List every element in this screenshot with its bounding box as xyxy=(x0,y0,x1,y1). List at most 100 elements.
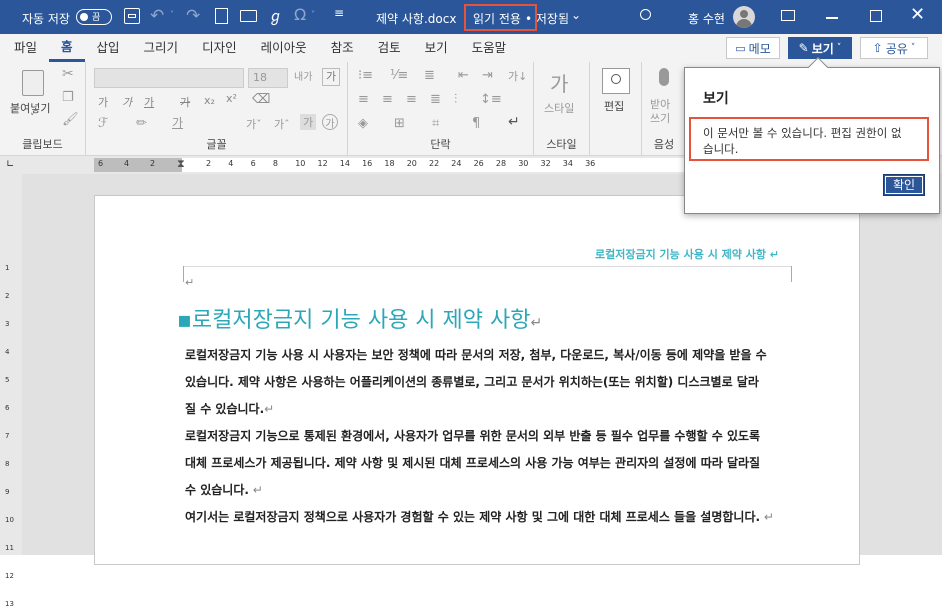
autosave-toggle[interactable]: 끔 xyxy=(76,9,112,25)
ruler-tick-label: 2 xyxy=(206,159,212,168)
tab-stop-selector-icon[interactable]: ∟ xyxy=(6,159,14,170)
document-canvas: 로컬저장금지 기능 사용 시 제약 사항 ↵ ↵ ▪로컬저장금지 기능 사용 시… xyxy=(22,174,942,565)
align-center-icon[interactable]: ≡ xyxy=(382,92,393,107)
bold-icon[interactable]: 가 xyxy=(98,94,108,110)
tab-help[interactable]: 도움말 xyxy=(460,34,519,62)
ruler-tick-label: 16 xyxy=(362,159,373,168)
view-mode-button[interactable]: ✎ 보기 ˅ xyxy=(788,37,852,59)
change-case-icon[interactable]: 가 xyxy=(322,68,340,86)
copy-icon[interactable]: ❐ xyxy=(62,90,74,105)
char-shading-icon[interactable]: 가 xyxy=(300,114,316,130)
tab-design[interactable]: 디자인 xyxy=(190,34,249,62)
format-painter-brush-icon[interactable]: 🖌 xyxy=(62,112,79,127)
bullets-icon[interactable]: ⁝≡ xyxy=(358,68,373,83)
asian-layout-icon[interactable]: ⌗ xyxy=(432,116,439,131)
save-icon[interactable] xyxy=(124,8,140,24)
vertical-ruler-scale: 1 2 3 4 5 6 7 8 9 10 11 12 13 xyxy=(5,174,17,608)
font-size-select[interactable]: 18 xyxy=(248,68,288,88)
margin-corner-left xyxy=(183,266,184,282)
clipboard-group: 붙여넣기 ˅ ✂ ❐ 🖌 클립보드 xyxy=(0,62,86,156)
clear-format-icon[interactable]: ⌫ xyxy=(252,92,270,107)
editing-button[interactable]: 편집 xyxy=(604,98,624,114)
styles-group: 가 스타일 스타일 xyxy=(534,62,590,156)
tab-references[interactable]: 참조 xyxy=(319,34,366,62)
undo-icon[interactable]: ↶ xyxy=(150,6,164,26)
font-name-select[interactable] xyxy=(94,68,244,88)
vertical-ruler-tick-label: 4 xyxy=(5,348,10,356)
tab-layout[interactable]: 레이아웃 xyxy=(249,34,319,62)
share-chevron-icon: ˅ xyxy=(910,43,916,53)
underline-icon[interactable]: 가 xyxy=(144,94,154,110)
share-button[interactable]: ⇧ 공유 ˅ xyxy=(860,37,928,59)
line-spacing-icon[interactable]: ↕≡ xyxy=(480,92,502,107)
font-shrink-icon[interactable]: 가ˇ xyxy=(246,116,262,132)
show-marks-icon[interactable]: ¶ xyxy=(472,116,480,131)
paragraph-1: 로컬저장금지 기능 사용 시 사용자는 보안 정책에 따라 문서의 저장, 첨부… xyxy=(185,348,767,416)
search-icon[interactable] xyxy=(640,9,651,20)
decrease-indent-icon[interactable]: ⇤ xyxy=(458,68,469,83)
borders-icon[interactable]: ⊞ xyxy=(394,116,405,131)
tab-home[interactable]: 홈 xyxy=(49,34,85,62)
cut-icon[interactable]: ✂ xyxy=(62,66,74,82)
tab-insert[interactable]: 삽입 xyxy=(85,34,132,62)
undo-dropdown-icon[interactable]: ˅ xyxy=(170,10,174,19)
enclosed-char-icon[interactable]: 가 xyxy=(322,114,338,130)
save-status-chevron-icon[interactable]: ⌄ xyxy=(571,8,581,22)
vertical-ruler-tick-label: 7 xyxy=(5,432,10,440)
ruler-tick-label: 28 xyxy=(495,159,507,168)
autosave-state: 끔 xyxy=(92,13,101,23)
voice-group: 받아쓰기 음성 xyxy=(642,62,686,156)
ruler-left-margin xyxy=(94,158,182,172)
font-grow-icon[interactable]: 가ˆ xyxy=(274,116,290,132)
tab-review[interactable]: 검토 xyxy=(366,34,413,62)
superscript-icon[interactable]: x² xyxy=(226,92,237,105)
tab-view[interactable]: 보기 xyxy=(413,34,460,62)
ribbon-display-options-icon[interactable] xyxy=(781,10,795,21)
font-color-icon[interactable]: 가 xyxy=(172,114,183,131)
italic-icon[interactable]: 가 xyxy=(122,94,132,110)
numbering-icon[interactable]: ⅟≡ xyxy=(390,68,408,83)
increase-indent-icon[interactable]: ⇥ xyxy=(482,68,493,83)
maximize-icon[interactable] xyxy=(870,10,882,22)
open-folder-icon[interactable] xyxy=(240,10,257,22)
redo-icon[interactable]: ↷ xyxy=(186,6,200,26)
ruler-tick-label: 26 xyxy=(473,159,484,168)
avatar[interactable] xyxy=(733,6,755,28)
return-icon[interactable]: ↵ xyxy=(508,114,520,130)
justify-icon[interactable]: ≣ xyxy=(430,92,441,107)
omega-dropdown-icon[interactable]: ˅ xyxy=(311,10,315,19)
new-document-icon[interactable] xyxy=(215,8,228,24)
editing-search-icon[interactable] xyxy=(602,68,630,94)
indent-marker-icon[interactable]: ⧗ xyxy=(177,157,185,171)
shading-icon[interactable]: ◈ xyxy=(358,116,368,131)
paste-chevron-icon[interactable]: ˅ xyxy=(30,113,35,123)
align-left-icon[interactable]: ≡ xyxy=(358,92,369,107)
ruler-tick-label: 8 xyxy=(272,159,278,168)
paste-icon[interactable] xyxy=(22,70,44,96)
tab-file[interactable]: 파일 xyxy=(2,34,49,62)
highlight-icon[interactable]: ✏ xyxy=(136,116,147,131)
minimize-icon[interactable] xyxy=(826,17,838,19)
comment-button[interactable]: ▭ 메모 xyxy=(726,37,780,59)
text-effect-icon[interactable]: ℱ xyxy=(98,116,108,131)
popup-ok-button[interactable]: 확인 xyxy=(883,174,925,196)
ruler-tick-label: 30 xyxy=(518,159,529,168)
omega-icon[interactable]: Ω xyxy=(294,5,306,24)
document-page[interactable]: 로컬저장금지 기능 사용 시 제약 사항 ↵ ↵ ▪로컬저장금지 기능 사용 시… xyxy=(94,195,860,565)
grow-font-icon[interactable]: 내가 xyxy=(294,68,312,83)
distributed-icon[interactable]: ⫶ xyxy=(454,92,457,107)
subscript-icon[interactable]: x₂ xyxy=(204,94,215,107)
tab-draw[interactable]: 그리기 xyxy=(132,34,191,62)
microphone-icon[interactable] xyxy=(659,68,669,86)
ruler-tick-label: 22 xyxy=(429,159,440,168)
customize-qat-icon[interactable]: ≡ xyxy=(334,6,344,20)
styles-button[interactable]: 스타일 xyxy=(544,100,574,116)
styles-icon[interactable]: 가 xyxy=(550,68,568,97)
align-right-icon[interactable]: ≡ xyxy=(406,92,417,107)
format-painter-icon[interactable]: ℊ xyxy=(268,5,283,26)
dictate-button[interactable]: 받아쓰기 xyxy=(650,98,680,126)
sort-icon[interactable]: 가↓ xyxy=(508,68,527,84)
strikethrough-icon[interactable]: 가 xyxy=(180,94,190,110)
multilevel-icon[interactable]: ≣ xyxy=(424,68,435,83)
close-icon[interactable]: ✕ xyxy=(910,4,925,25)
